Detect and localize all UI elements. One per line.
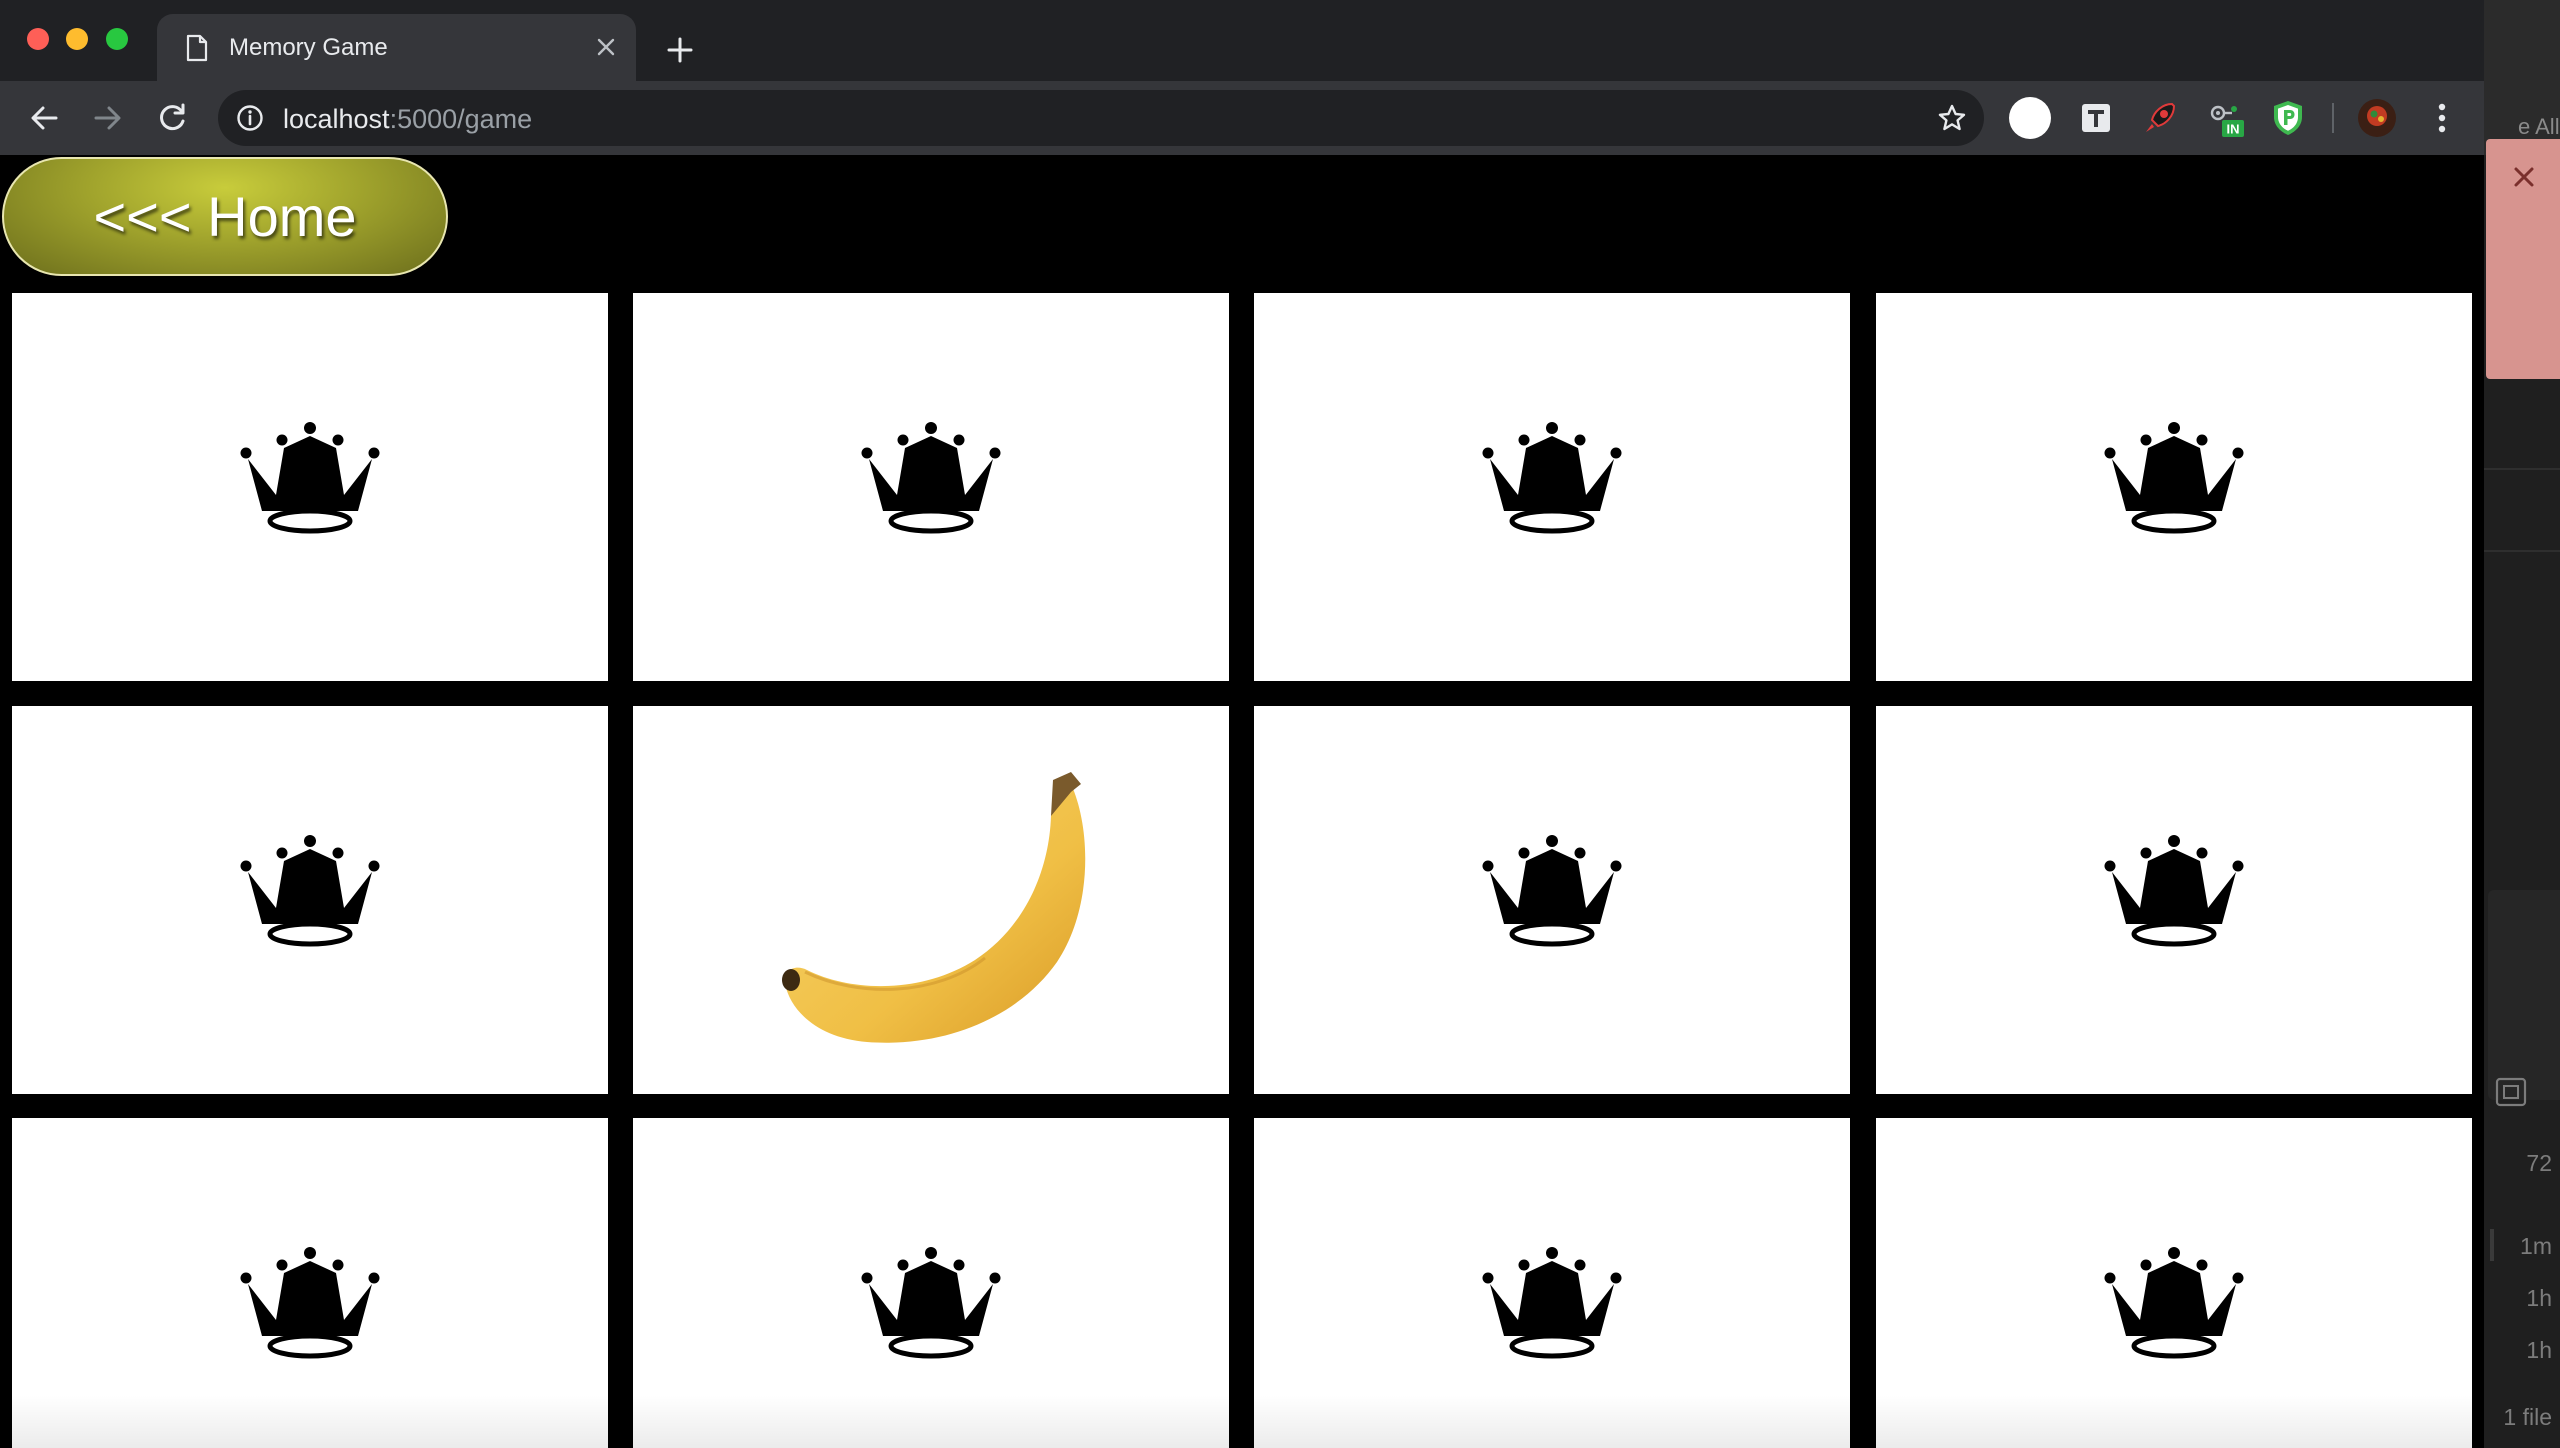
new-tab-button[interactable] [658,28,702,72]
tab-strip: Memory Game [0,0,2484,81]
user-avatar-button[interactable] [2355,96,2399,140]
crown-icon [861,1247,1001,1359]
forward-arrow-icon [94,106,121,130]
browser-window: Memory Game localhost:5000/game IN <<< H… [0,0,2484,1448]
crown-icon [240,1247,380,1359]
card-face-down[interactable] [1876,1118,2472,1448]
crown-icon [2104,422,2244,534]
card-face-down[interactable] [12,706,608,1094]
game-page: <<< Home [0,155,2484,1448]
address-bar[interactable]: localhost:5000/game [218,90,1984,146]
card-face-down[interactable] [633,293,1229,681]
rocket-extension-button[interactable] [2138,96,2182,140]
background-text: 1 file [2503,1404,2552,1430]
back-arrow-icon [31,106,58,130]
window-minimize-button[interactable] [66,28,88,50]
user-avatar-icon [2358,99,2396,137]
url-host: localhost [283,104,390,134]
browser-menu-button[interactable] [2420,96,2464,140]
linkedin-helper-button[interactable]: IN [2204,96,2248,140]
crown-icon [1482,422,1622,534]
background-edge-text: e All [2518,114,2560,139]
reload-icon [160,103,185,131]
window-zoom-button[interactable] [106,28,128,50]
card-face-down[interactable] [633,1118,1229,1448]
crown-icon [1482,1247,1622,1359]
reload-button[interactable] [150,96,194,140]
home-button-label: <<< Home [93,185,357,248]
card-face-down[interactable] [12,1118,608,1448]
url-path: :5000/game [389,104,533,134]
card-revealed-banana[interactable] [633,706,1229,1094]
background-text: 1m [2520,1233,2552,1259]
tab-memory-game[interactable]: Memory Game [157,14,636,81]
card-face-down[interactable] [1876,293,2472,681]
crown-icon [861,422,1001,534]
browser-toolbar: localhost:5000/game IN [0,81,2484,155]
crown-icon [240,835,380,947]
close-icon [2514,167,2534,187]
info-icon[interactable] [236,104,264,132]
tab-close-button[interactable] [590,31,622,63]
linkedin-helper-icon: IN [2210,105,2244,137]
document-icon [186,34,208,62]
card-face-down[interactable] [1254,706,1850,1094]
home-button[interactable]: <<< Home [2,157,448,276]
star-icon [1938,104,1966,131]
forward-button[interactable] [86,96,130,140]
card-face-down[interactable] [1876,706,2472,1094]
background-text: 1h [2526,1337,2552,1363]
menu-kebab-icon [2438,103,2446,133]
banana-image [782,772,1086,1043]
divider [2484,550,2560,552]
crown-icon [2104,1247,2244,1359]
divider [2490,1229,2494,1261]
card-face-down[interactable] [1254,293,1850,681]
background-window: e All 72 1m 1h 1h 1 file [2484,0,2560,1448]
shield-p-extension-icon [2274,101,2302,135]
card-face-down[interactable] [12,293,608,681]
rocket-extension-icon [2146,102,2176,132]
profile-circle-button[interactable] [2008,96,2052,140]
card-face-down[interactable] [1254,1118,1850,1448]
crown-icon [1482,835,1622,947]
background-text: 1h [2526,1285,2552,1311]
shield-extension-button[interactable] [2266,96,2310,140]
svg-text:IN: IN [2227,122,2240,137]
divider [2484,468,2560,470]
crown-icon [240,422,380,534]
expand-icon[interactable] [2494,1076,2528,1108]
banner-close-button[interactable] [2506,159,2542,195]
profile-circle-icon [2009,97,2051,139]
notification-banner [2486,139,2560,379]
toolbar-separator [2332,103,2334,133]
url-text[interactable]: localhost:5000/game [283,104,532,134]
background-text: 72 [2526,1150,2552,1176]
bookmark-button[interactable] [1934,100,1970,136]
close-icon [597,38,615,56]
window-close-button[interactable] [27,28,49,50]
crown-icon [2104,835,2244,947]
plus-icon [667,37,693,63]
back-button[interactable] [22,96,66,140]
t-extension-icon [2082,104,2110,132]
t-extension-button[interactable] [2074,96,2118,140]
screen: Memory Game localhost:5000/game IN <<< H… [0,0,2560,1448]
tab-title: Memory Game [229,34,388,61]
background-panel [2488,890,2560,1107]
